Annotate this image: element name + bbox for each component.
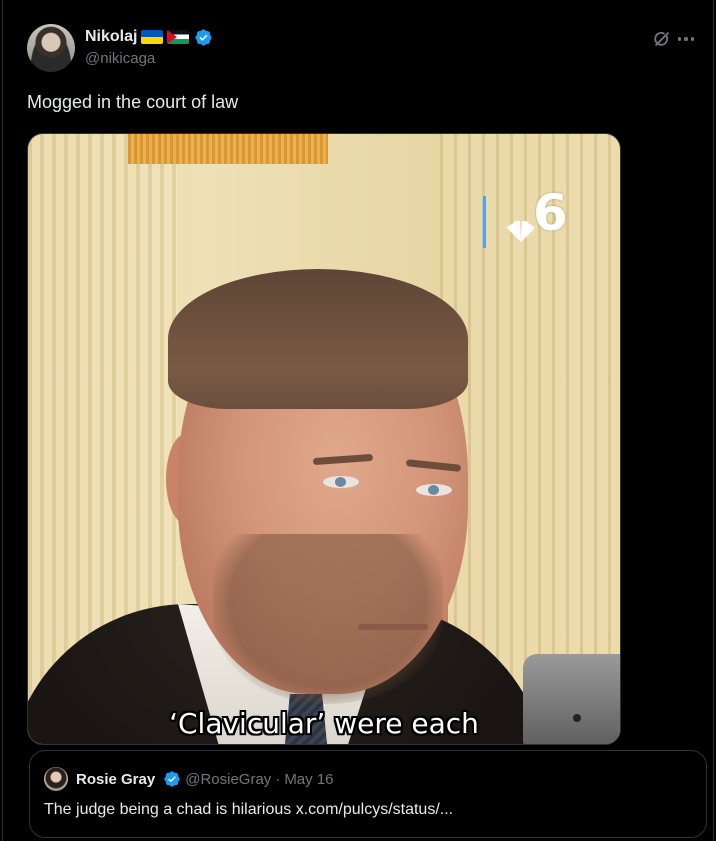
judge-hair xyxy=(168,269,468,409)
judge-beard xyxy=(213,534,443,704)
post-card[interactable]: Nikolaj @nikicaga Mogged in the court of… xyxy=(2,0,714,841)
quoted-post[interactable]: Rosie Gray @RosieGray · May 16 The judge… xyxy=(29,750,707,838)
station-number: 6 xyxy=(533,184,568,242)
post-video[interactable]: 6 ‘Clavicular’ were each xyxy=(27,133,621,745)
more-icon[interactable] xyxy=(675,30,697,48)
author-block: Nikolaj @nikicaga xyxy=(85,26,213,67)
quoted-author-handle: @RosieGray xyxy=(185,770,272,788)
quoted-author-name: Rosie Gray xyxy=(76,770,156,788)
author-avatar[interactable] xyxy=(27,24,75,72)
video-caption: ‘Clavicular’ were each xyxy=(169,707,479,740)
nbc6-logo: 6 xyxy=(483,184,593,252)
mouth xyxy=(358,624,428,630)
verified-badge-icon[interactable] xyxy=(194,28,213,47)
verified-badge-icon xyxy=(162,770,181,789)
author-handle[interactable]: @nikicaga xyxy=(85,50,213,67)
author-display-name[interactable]: Nikolaj xyxy=(85,28,137,46)
quoted-post-header: Rosie Gray @RosieGray · May 16 xyxy=(44,767,334,791)
quoted-post-date: May 16 xyxy=(284,770,334,788)
logo-bar xyxy=(483,196,486,248)
palestine-flag-icon xyxy=(167,30,190,44)
eye xyxy=(323,476,359,488)
quoted-author-avatar xyxy=(44,767,68,791)
separator-dot: · xyxy=(275,770,281,788)
eye xyxy=(416,484,452,496)
post-text: Mogged in the court of law xyxy=(27,92,239,112)
author-name-row: Nikolaj xyxy=(85,26,213,48)
grok-icon[interactable] xyxy=(651,28,673,50)
ukraine-flag-icon xyxy=(141,30,164,44)
flag-fringe xyxy=(128,134,328,164)
quoted-post-text: The judge being a chad is hilarious x.co… xyxy=(44,801,454,818)
